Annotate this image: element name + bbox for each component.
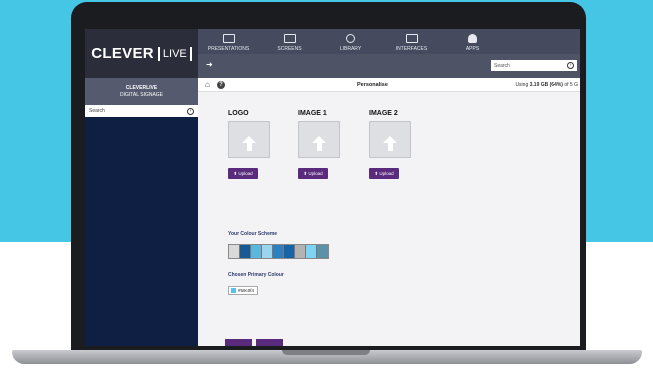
nav-label: PRESENTATIONS bbox=[207, 45, 250, 52]
logout-icon[interactable]: ➜ bbox=[206, 61, 215, 69]
image-placeholder[interactable] bbox=[228, 121, 270, 158]
colour-swatch-4[interactable] bbox=[262, 245, 273, 258]
save-button[interactable] bbox=[225, 339, 252, 346]
app-screen: CLEVER LIVE CLEVERLIVE DIGITAL SIGNAGE S… bbox=[85, 29, 580, 346]
breadcrumb: ⌂ ? Personalise Using 3.19 GB (64%) of 5… bbox=[198, 78, 580, 92]
image2-upload-section: IMAGE 2 ⬆ Upload bbox=[369, 110, 429, 179]
colour-scheme[interactable] bbox=[228, 244, 329, 259]
org-subtitle: DIGITAL SIGNAGE bbox=[119, 92, 164, 98]
colour-swatch-7[interactable] bbox=[295, 245, 306, 258]
usage-prefix: Using bbox=[515, 82, 530, 88]
arrow-right-icon[interactable]: › bbox=[567, 62, 574, 69]
nav-label: APPS bbox=[465, 45, 480, 52]
colour-swatch-1[interactable] bbox=[229, 245, 240, 258]
section-title: LOGO bbox=[228, 110, 249, 117]
brand-live: LIVE bbox=[157, 46, 192, 61]
upload-label: Upload bbox=[238, 171, 253, 176]
brand-logo[interactable]: CLEVER LIVE bbox=[85, 29, 198, 78]
primary-colour-value: #59c0f4 bbox=[238, 288, 255, 293]
arrow-right-icon[interactable]: › bbox=[187, 107, 194, 115]
toolbar: ➜ Search › bbox=[198, 54, 580, 78]
upload-arrow-icon bbox=[383, 136, 397, 151]
upload-label: Upload bbox=[308, 171, 323, 176]
upload-arrow-icon bbox=[242, 136, 256, 151]
colour-swatch-6[interactable] bbox=[284, 245, 295, 258]
nav-item-screens[interactable]: SCREENS bbox=[259, 29, 320, 54]
monitor-icon bbox=[283, 33, 296, 43]
colour-swatch-9[interactable] bbox=[317, 245, 328, 258]
brand-name: CLEVER bbox=[91, 45, 154, 62]
help-icon[interactable]: ? bbox=[217, 81, 225, 89]
upload-arrow-icon bbox=[312, 136, 326, 151]
top-nav: PRESENTATIONS SCREENS LIBRARY INTERFACES… bbox=[198, 29, 580, 54]
nav-item-interfaces[interactable]: INTERFACES bbox=[381, 29, 442, 54]
library-icon bbox=[346, 33, 355, 43]
main-content: LOGO ⬆ Upload IMAGE 1 ⬆ Upload IMAGE 2 ⬆… bbox=[198, 92, 580, 346]
nav-label: LIBRARY bbox=[339, 45, 362, 52]
cancel-button[interactable] bbox=[256, 339, 283, 346]
sidebar-search-placeholder: Search bbox=[89, 108, 105, 114]
colour-swatch-3[interactable] bbox=[251, 245, 262, 258]
primary-colour-field[interactable]: #59c0f4 bbox=[228, 286, 258, 295]
image-placeholder[interactable] bbox=[369, 121, 411, 158]
upload-button[interactable]: ⬆ Upload bbox=[228, 168, 258, 179]
colour-swatch-2[interactable] bbox=[240, 245, 251, 258]
org-name: CLEVERLIVE bbox=[125, 85, 158, 91]
colour-swatch-8[interactable] bbox=[306, 245, 317, 258]
primary-colour-label: Chosen Primary Colour bbox=[228, 272, 284, 278]
storage-usage: Using 3.19 GB (64%) of 5 G bbox=[515, 82, 578, 88]
search-input[interactable]: Search › bbox=[491, 60, 577, 71]
nav-label: SCREENS bbox=[277, 45, 302, 52]
image1-upload-section: IMAGE 1 ⬆ Upload bbox=[298, 110, 358, 179]
section-title: IMAGE 2 bbox=[369, 110, 398, 117]
colour-scheme-label: Your Colour Scheme bbox=[228, 231, 278, 237]
laptop-notch bbox=[282, 350, 370, 355]
logo-upload-section: LOGO ⬆ Upload bbox=[228, 110, 288, 179]
android-icon bbox=[468, 33, 477, 43]
colour-swatch bbox=[231, 288, 236, 293]
nav-item-apps[interactable]: APPS bbox=[442, 29, 503, 54]
image-placeholder[interactable] bbox=[298, 121, 340, 158]
nav-label: INTERFACES bbox=[395, 45, 428, 52]
nav-item-presentations[interactable]: PRESENTATIONS bbox=[198, 29, 259, 54]
presentation-icon bbox=[222, 33, 235, 43]
usage-value: 3.19 GB (64%) bbox=[529, 82, 563, 88]
usage-suffix: of 5 G bbox=[562, 82, 578, 88]
interfaces-icon bbox=[405, 33, 418, 43]
upload-label: Upload bbox=[379, 171, 394, 176]
org-panel: CLEVERLIVE DIGITAL SIGNAGE bbox=[85, 78, 198, 105]
page-title: Personalise bbox=[357, 82, 388, 88]
colour-swatch-5[interactable] bbox=[273, 245, 284, 258]
sidebar-search-input[interactable]: Search › bbox=[85, 105, 198, 117]
upload-button[interactable]: ⬆ Upload bbox=[298, 168, 328, 179]
nav-item-library[interactable]: LIBRARY bbox=[320, 29, 381, 54]
search-placeholder: Search bbox=[494, 62, 510, 69]
upload-button[interactable]: ⬆ Upload bbox=[369, 168, 399, 179]
sidebar bbox=[85, 117, 198, 346]
section-title: IMAGE 1 bbox=[298, 110, 327, 117]
home-icon[interactable]: ⌂ bbox=[205, 80, 210, 89]
